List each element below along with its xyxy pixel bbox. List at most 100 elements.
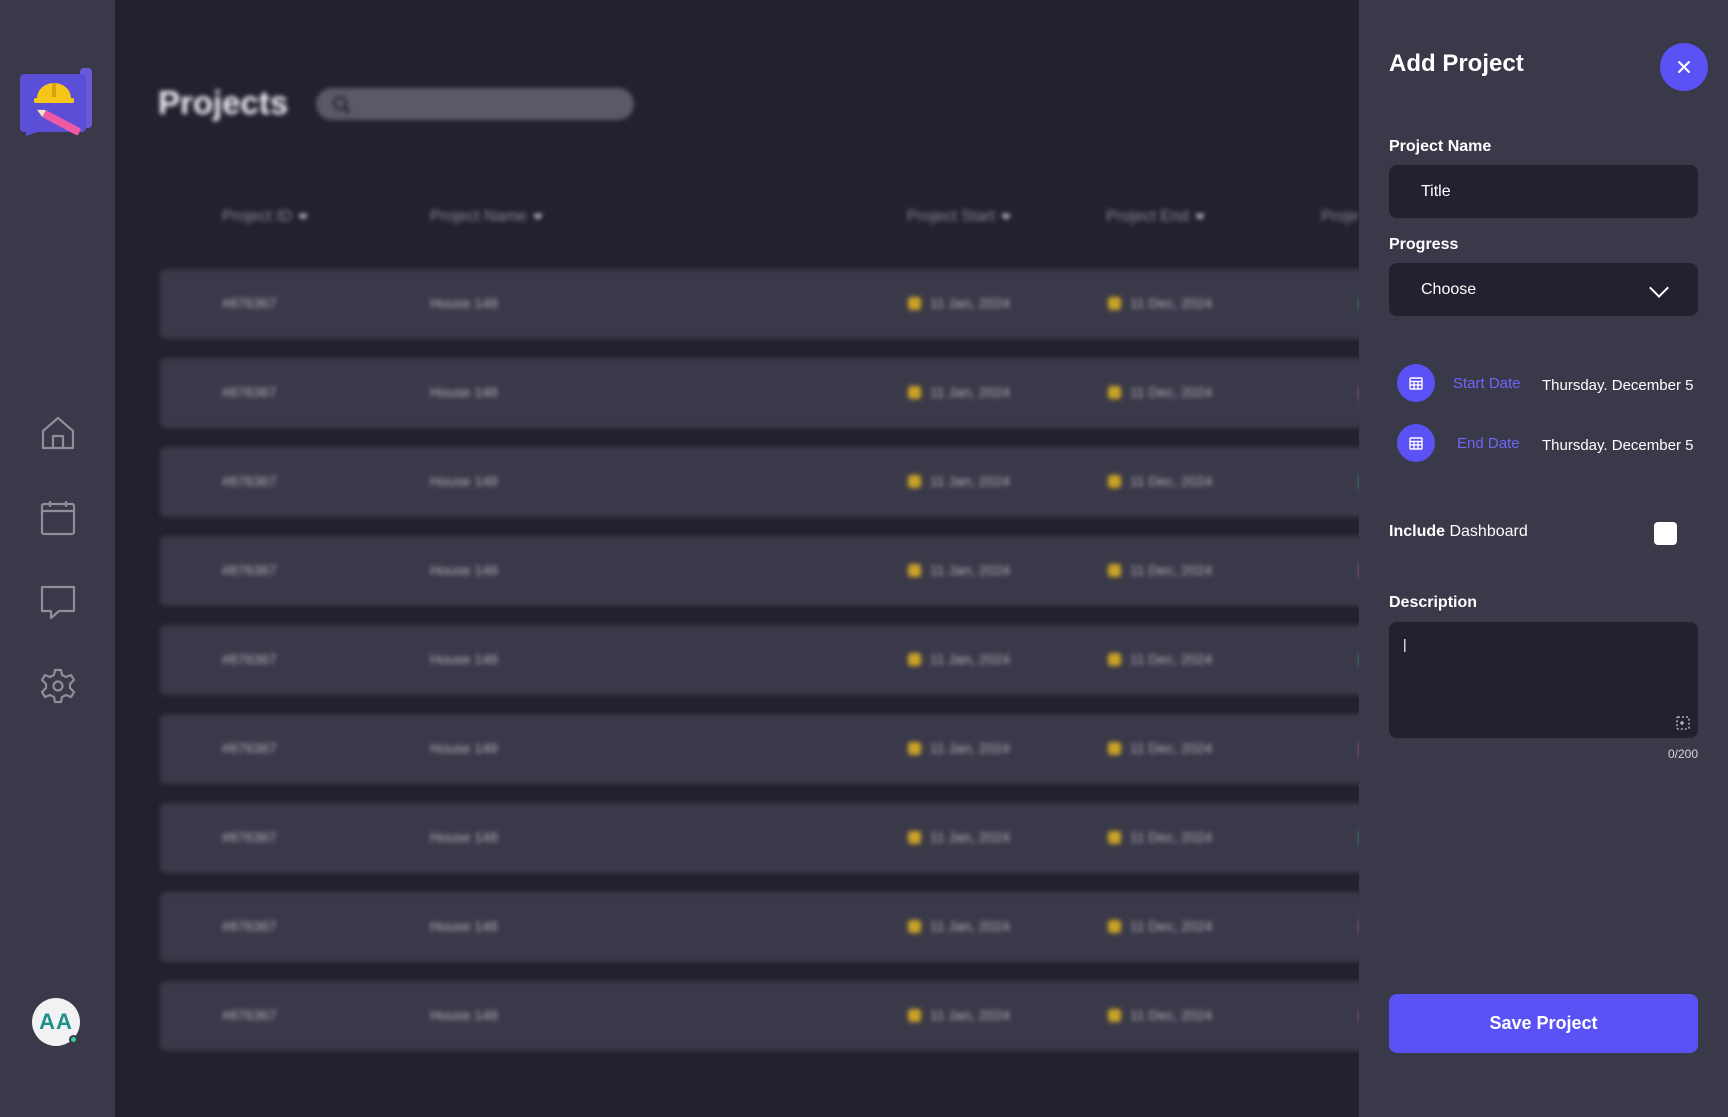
start-date-row: Start Date Thursday. December 5: [1397, 364, 1697, 402]
project-name-cell: House 148: [430, 1007, 498, 1023]
project-id-cell: #876367: [222, 829, 277, 845]
table-row[interactable]: #876367 House 148 11 Jan, 2024 11 Dec, 2024: [160, 803, 1359, 873]
calendar-icon: [1108, 475, 1121, 488]
resize-handle-icon[interactable]: [1676, 716, 1690, 730]
project-id-cell: #876367: [222, 918, 277, 934]
project-id-cell: #876367: [222, 473, 277, 489]
column-header-project-name[interactable]: Project Name: [430, 208, 543, 226]
project-end-cell: 11 Dec, 2024: [1108, 295, 1212, 311]
calendar-icon: [1108, 564, 1121, 577]
project-name-cell: House 148: [430, 740, 498, 756]
include-label-bold: Include: [1389, 523, 1446, 540]
sidebar: AA: [0, 0, 115, 1117]
project-end-cell: 11 Dec, 2024: [1108, 829, 1212, 845]
project-end-cell: 11 Dec, 2024: [1108, 562, 1212, 578]
table-row[interactable]: #876367 House 148 11 Jan, 2024 11 Dec, 2024: [160, 981, 1359, 1051]
close-button[interactable]: [1660, 43, 1708, 91]
project-name-cell: House 148: [430, 829, 498, 845]
project-start-cell: 11 Jan, 2024: [908, 829, 1010, 845]
column-header-project-start[interactable]: Project Start: [907, 208, 1012, 226]
calendar-icon[interactable]: [1397, 364, 1435, 402]
calendar-icon: [908, 475, 921, 488]
project-id-cell: #876367: [222, 651, 277, 667]
project-start-cell: 11 Jan, 2024: [908, 562, 1010, 578]
calendar-icon: [908, 920, 921, 933]
calendar-icon[interactable]: [1397, 424, 1435, 462]
include-label-rest: Dashboard: [1449, 523, 1528, 540]
chat-icon[interactable]: [39, 583, 77, 621]
avatar[interactable]: AA: [32, 998, 80, 1046]
calendar-icon: [908, 831, 921, 844]
table-row[interactable]: #876367 House 148 11 Jan, 2024 11 Dec, 2024: [160, 714, 1359, 784]
app-logo[interactable]: [20, 66, 96, 140]
end-date-label[interactable]: End Date: [1457, 435, 1520, 452]
table-row[interactable]: #876367 House 148 11 Jan, 2024 11 Dec, 2024: [160, 536, 1359, 606]
project-name-cell: House 148: [430, 295, 498, 311]
end-date-value[interactable]: Thursday. December 5: [1542, 437, 1693, 454]
close-icon: [1678, 61, 1690, 73]
project-end-cell: 11 Dec, 2024: [1108, 1007, 1212, 1023]
project-end-cell: 11 Dec, 2024: [1108, 384, 1212, 400]
column-header-project-status[interactable]: Proje: [1321, 208, 1358, 226]
start-date-label[interactable]: Start Date: [1453, 375, 1521, 392]
column-header-project-id[interactable]: Project ID: [222, 208, 309, 226]
project-id-cell: #876367: [222, 1007, 277, 1023]
table-row[interactable]: #876367 House 148 11 Jan, 2024 11 Dec, 2024: [160, 892, 1359, 962]
calendar-icon: [1108, 653, 1121, 666]
description-textarea[interactable]: |: [1389, 622, 1698, 738]
project-start-cell: 11 Jan, 2024: [908, 295, 1010, 311]
project-id-cell: #876367: [222, 384, 277, 400]
project-name-cell: House 148: [430, 918, 498, 934]
calendar-icon: [1108, 297, 1121, 310]
chevron-down-icon: [1649, 278, 1669, 298]
calendar-icon: [1108, 386, 1121, 399]
character-counter: 0/200: [1667, 747, 1698, 761]
include-dashboard-checkbox[interactable]: [1654, 522, 1677, 545]
project-start-cell: 11 Jan, 2024: [908, 651, 1010, 667]
project-end-cell: 11 Dec, 2024: [1108, 651, 1212, 667]
table-row[interactable]: #876367 House 148 11 Jan, 2024 11 Dec, 2024: [160, 625, 1359, 695]
table-row[interactable]: #876367 House 148 11 Jan, 2024 11 Dec, 2024: [160, 447, 1359, 517]
column-header-project-end[interactable]: Project End: [1106, 208, 1205, 226]
calendar-icon: [908, 564, 921, 577]
project-name-input[interactable]: Title: [1389, 165, 1698, 218]
save-project-button[interactable]: Save Project: [1389, 994, 1698, 1053]
calendar-icon: [1108, 742, 1121, 755]
start-date-value[interactable]: Thursday. December 5: [1542, 377, 1693, 394]
home-icon[interactable]: [39, 414, 77, 452]
project-name-value: Title: [1421, 182, 1451, 200]
table-row[interactable]: #876367 House 148 11 Jan, 2024 11 Dec, 2024: [160, 269, 1359, 339]
calendar-icon: [1108, 831, 1121, 844]
project-end-cell: 11 Dec, 2024: [1108, 473, 1212, 489]
settings-icon[interactable]: [39, 667, 77, 705]
project-start-cell: 11 Jan, 2024: [908, 740, 1010, 756]
project-name-cell: House 148: [430, 473, 498, 489]
panel-title: Add Project: [1389, 50, 1524, 77]
save-project-label: Save Project: [1489, 1013, 1598, 1033]
progress-label: Progress: [1389, 236, 1459, 253]
calendar-icon: [908, 297, 921, 310]
project-id-cell: #876367: [222, 740, 277, 756]
calendar-icon[interactable]: [39, 499, 77, 537]
project-start-cell: 11 Jan, 2024: [908, 1007, 1010, 1023]
table-row[interactable]: #876367 House 148 11 Jan, 2024 11 Dec, 2024: [160, 358, 1359, 428]
description-label: Description: [1389, 594, 1478, 611]
project-name-cell: House 148: [430, 562, 498, 578]
project-id-cell: #876367: [222, 562, 277, 578]
project-start-cell: 11 Jan, 2024: [908, 473, 1010, 489]
search-icon: [333, 96, 347, 110]
search-input[interactable]: [316, 88, 634, 120]
calendar-icon: [1108, 1009, 1121, 1022]
calendar-icon: [908, 386, 921, 399]
project-start-cell: 11 Jan, 2024: [908, 918, 1010, 934]
include-dashboard-label: Include Dashboard: [1389, 523, 1528, 541]
progress-value: Choose: [1421, 280, 1477, 298]
progress-select[interactable]: Choose: [1389, 263, 1698, 316]
project-end-cell: 11 Dec, 2024: [1108, 918, 1212, 934]
project-start-cell: 11 Jan, 2024: [908, 384, 1010, 400]
online-status-dot: [69, 1035, 78, 1044]
text-cursor: |: [1403, 636, 1407, 652]
add-project-panel: Add Project Project Name Title Progress …: [1359, 0, 1728, 1117]
project-name-label: Project Name: [1389, 138, 1492, 155]
page-title: Projects: [158, 84, 289, 121]
